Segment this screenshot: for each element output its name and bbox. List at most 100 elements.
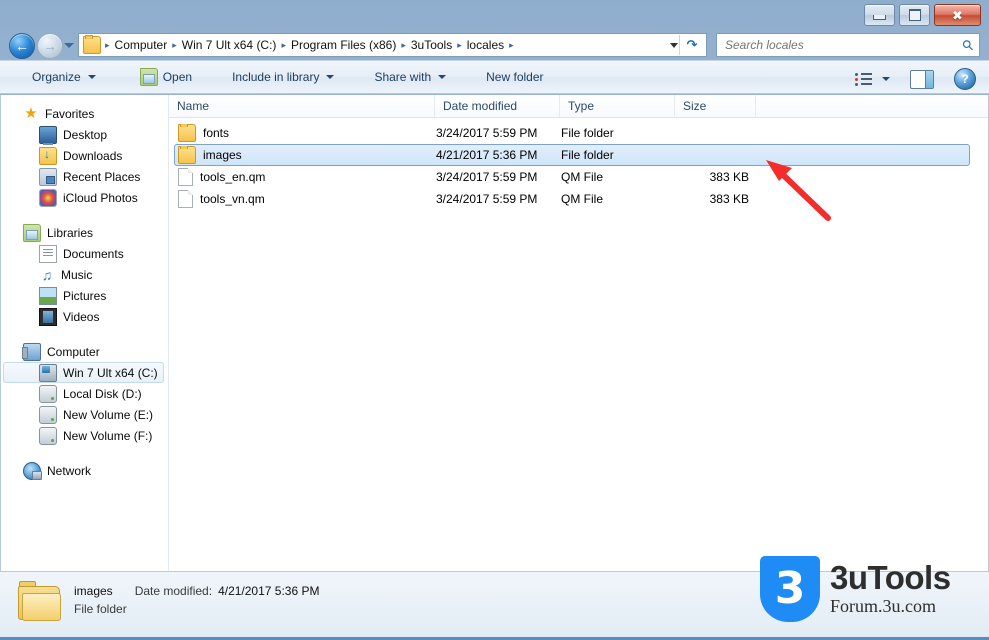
table-row[interactable]: images 4/21/2017 5:36 PM File folder <box>174 144 970 166</box>
file-size-cell: 383 KB <box>709 192 749 206</box>
column-header-date-modified[interactable]: Date modified <box>435 95 560 117</box>
search-box[interactable]: ⚲ <box>716 33 980 57</box>
toolbar-right-group: ? <box>847 65 983 93</box>
close-button[interactable]: ✖ <box>934 4 981 26</box>
documents-icon <box>39 244 57 263</box>
column-header-size[interactable]: Size <box>675 95 756 117</box>
sidebar-item-music[interactable]: ♫ Music <box>1 264 168 285</box>
column-header-name[interactable]: Name <box>169 95 435 117</box>
breadcrumb-locales[interactable]: locales <box>463 35 508 55</box>
minimize-icon <box>873 15 886 20</box>
breadcrumb-drive[interactable]: Win 7 Ult x64 (C:) <box>178 35 281 55</box>
forward-button[interactable]: → <box>37 33 63 59</box>
watermark-text: 3uTools Forum.3u.com <box>830 561 951 616</box>
file-size-cell: 383 KB <box>709 170 749 184</box>
libraries-icon <box>23 223 41 242</box>
sidebar-item-icloud-photos[interactable]: iCloud Photos <box>1 187 168 208</box>
sidebar-item-pictures[interactable]: Pictures <box>1 285 168 306</box>
sidebar-group-libraries[interactable]: Libraries <box>1 222 168 243</box>
sidebar-group-computer[interactable]: Computer <box>1 341 168 362</box>
address-bar-row: ← → ▸ Computer ▸ Win 7 Ult x64 (C:) ▸ Pr… <box>0 30 989 60</box>
preview-pane-icon <box>910 69 934 89</box>
videos-icon <box>39 307 57 326</box>
change-view-icon <box>854 70 874 88</box>
breadcrumb-3utools[interactable]: 3uTools <box>407 35 456 55</box>
sidebar-item-new-volume-e[interactable]: New Volume (E:) <box>1 404 168 425</box>
network-icon <box>23 461 42 480</box>
sidebar-item-label: Desktop <box>63 127 108 142</box>
file-name-cell: tools_vn.qm <box>175 190 436 208</box>
include-in-library-label: Include in library <box>232 70 320 84</box>
address-breadcrumb-bar[interactable]: ▸ Computer ▸ Win 7 Ult x64 (C:) ▸ Progra… <box>78 33 707 57</box>
back-button[interactable]: ← <box>9 33 35 59</box>
sidebar-item-win7-drive[interactable]: Win 7 Ult x64 (C:) <box>3 362 164 383</box>
status-date-label: Date modified: <box>134 584 213 598</box>
computer-icon <box>22 342 41 361</box>
watermark-subtitle: Forum.3u.com <box>830 595 936 616</box>
sidebar-group-favorites[interactable]: ★ Favorites <box>1 103 168 124</box>
file-name: fonts <box>203 126 230 140</box>
breadcrumb-separator: ▸ <box>509 40 514 50</box>
file-type-cell: QM File <box>561 170 603 184</box>
column-header-type[interactable]: Type <box>560 95 675 117</box>
sidebar-item-label: Win 7 Ult x64 (C:) <box>63 365 158 380</box>
desktop-icon <box>39 125 57 145</box>
star-icon: ★ <box>24 104 38 122</box>
sidebar-item-label: Local Disk (D:) <box>63 386 142 401</box>
chevron-down-icon[interactable] <box>670 43 678 48</box>
3utools-logo-icon: 3 <box>760 556 820 622</box>
sidebar-item-downloads[interactable]: Downloads <box>1 145 168 166</box>
status-date-value: 4/21/2017 5:36 PM <box>218 584 320 598</box>
open-button[interactable]: Open <box>130 63 202 91</box>
status-details: images Date modified: 4/21/2017 5:36 PM … <box>74 582 319 616</box>
3utools-watermark: 3 3uTools Forum.3u.com <box>760 556 951 622</box>
maximize-button[interactable] <box>899 4 930 26</box>
organize-button[interactable]: Organize <box>22 65 106 89</box>
sidebar-item-label: Recent Places <box>63 169 141 184</box>
sidebar-item-desktop[interactable]: Desktop <box>1 124 168 145</box>
drive-icon <box>39 426 57 445</box>
sidebar-item-videos[interactable]: Videos <box>1 306 168 327</box>
help-icon: ? <box>954 68 976 90</box>
new-folder-button[interactable]: New folder <box>476 65 553 89</box>
sidebar-item-label: Pictures <box>63 288 107 303</box>
table-row[interactable]: tools_vn.qm 3/24/2017 5:59 PM QM File 38… <box>174 188 970 210</box>
close-icon: ✖ <box>952 7 963 23</box>
preview-pane-button[interactable] <box>903 67 941 92</box>
drive-icon <box>39 384 57 403</box>
open-folder-icon <box>139 68 158 86</box>
help-button[interactable]: ? <box>949 65 981 93</box>
sidebar-item-local-disk-d[interactable]: Local Disk (D:) <box>1 383 168 404</box>
include-in-library-button[interactable]: Include in library <box>222 65 344 89</box>
table-row[interactable]: fonts 3/24/2017 5:59 PM File folder <box>174 122 970 144</box>
breadcrumb-program-files[interactable]: Program Files (x86) <box>287 35 400 55</box>
recent-places-icon <box>39 167 57 186</box>
os-drive-icon <box>39 363 57 382</box>
sidebar-group-network[interactable]: Network <box>1 460 168 481</box>
recent-pages-dropdown-icon[interactable] <box>64 43 74 48</box>
main-area: ★ Favorites Desktop Downloads Recent Pla… <box>0 95 989 571</box>
chevron-down-icon <box>326 75 335 79</box>
sidebar-item-recent-places[interactable]: Recent Places <box>1 166 168 187</box>
change-view-button[interactable] <box>849 67 895 91</box>
file-icon <box>178 168 193 186</box>
file-list-pane[interactable]: Name Date modified Type Size fonts 3/24/… <box>169 95 988 571</box>
sidebar-item-documents[interactable]: Documents <box>1 243 168 264</box>
sidebar-group-label: Computer <box>47 344 100 359</box>
file-rows: fonts 3/24/2017 5:59 PM File folder imag… <box>169 118 988 210</box>
sidebar-item-new-volume-f[interactable]: New Volume (F:) <box>1 425 168 446</box>
icloud-photos-icon <box>39 188 57 207</box>
search-input[interactable] <box>723 37 963 53</box>
breadcrumb-computer[interactable]: Computer <box>111 35 172 55</box>
drive-icon <box>39 405 57 424</box>
share-with-button[interactable]: Share with <box>364 65 456 89</box>
file-name-cell: tools_en.qm <box>175 168 436 186</box>
file-type-cell: File folder <box>561 126 614 140</box>
refresh-icon[interactable]: ↷ <box>679 35 704 55</box>
command-toolbar: Organize Open Include in library Share w… <box>0 60 989 94</box>
minimize-button[interactable] <box>864 4 895 26</box>
sidebar-item-label: Downloads <box>63 148 123 163</box>
table-row[interactable]: tools_en.qm 3/24/2017 5:59 PM QM File 38… <box>174 166 970 188</box>
navigation-pane[interactable]: ★ Favorites Desktop Downloads Recent Pla… <box>1 95 169 571</box>
